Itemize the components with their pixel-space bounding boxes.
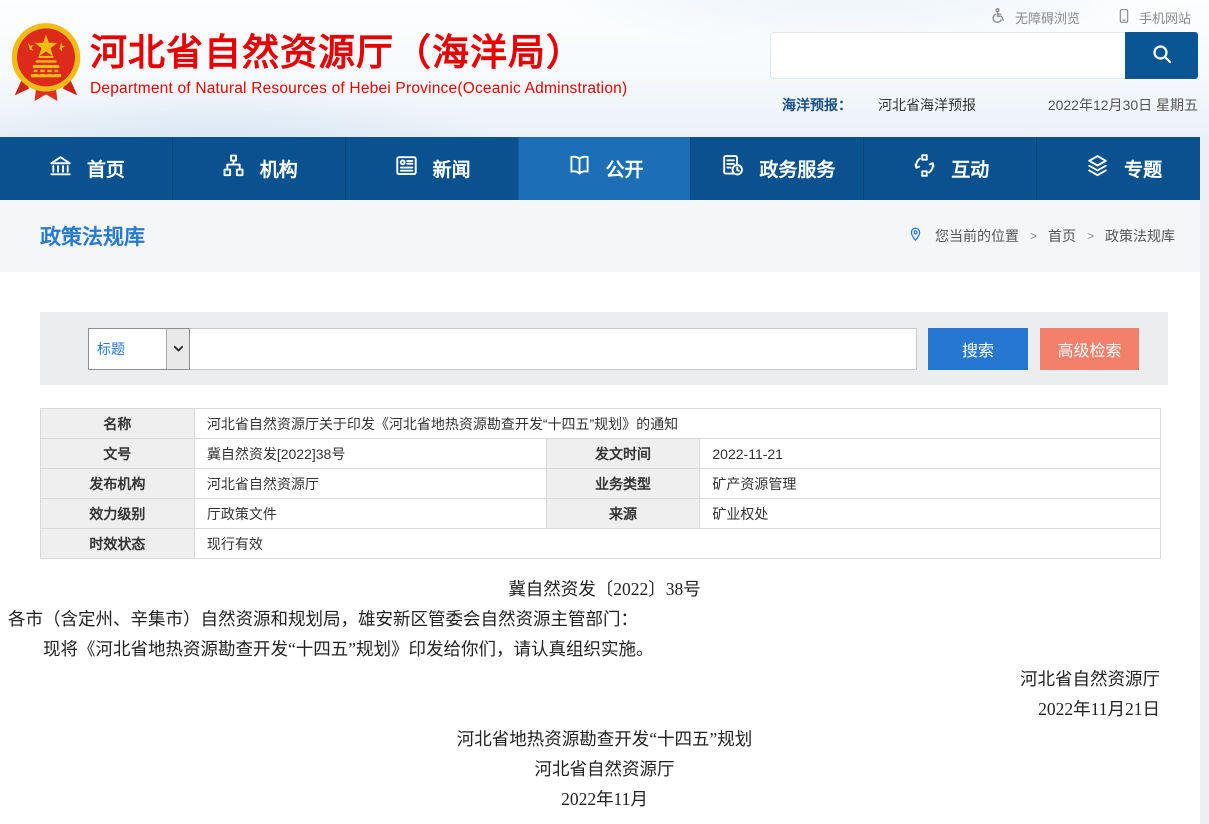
page-title: 政策法规库 bbox=[40, 221, 145, 251]
location-pin-icon bbox=[907, 225, 924, 247]
table-row: 时效状态 现行有效 bbox=[41, 529, 1161, 559]
document-body: 冀自然资发〔2022〕38号 各市（含定州、辛集市）自然资源和规划局，雄安新区管… bbox=[0, 574, 1209, 814]
interact-icon bbox=[911, 152, 938, 185]
doc-signature-date: 2022年11月21日 bbox=[0, 694, 1209, 724]
nav-label: 互动 bbox=[951, 155, 989, 182]
nav-label: 专题 bbox=[1124, 155, 1162, 182]
nav-item-services[interactable]: 政务服务 bbox=[690, 137, 863, 200]
breadcrumb-separator: > bbox=[1030, 229, 1037, 243]
location-label: 您当前的位置 bbox=[935, 226, 1019, 246]
scrollbar-track[interactable] bbox=[1200, 137, 1209, 824]
services-icon bbox=[719, 152, 746, 185]
site-header: 无障碍浏览 手机网站 bbox=[0, 0, 1209, 137]
accessibility-icon bbox=[990, 7, 1008, 28]
doc-salutation: 各市（含定州、辛集市）自然资源和规划局，雄安新区管委会自然资源主管部门： bbox=[0, 604, 1209, 634]
search-button[interactable]: 搜索 bbox=[928, 328, 1028, 370]
home-icon bbox=[47, 152, 74, 185]
accessibility-label: 无障碍浏览 bbox=[1015, 8, 1080, 27]
doc-signature-org: 河北省自然资源厅 bbox=[0, 664, 1209, 694]
select-value: 标题 bbox=[89, 339, 125, 359]
forecast-link[interactable]: 河北省海洋预报 bbox=[878, 95, 976, 115]
mobile-site-label: 手机网站 bbox=[1139, 8, 1191, 27]
nav-label: 新闻 bbox=[433, 155, 471, 182]
accessibility-link[interactable]: 无障碍浏览 bbox=[990, 7, 1080, 28]
nav-item-interact[interactable]: 互动 bbox=[863, 137, 1036, 200]
table-row: 效力级别 厅政策文件 来源 矿业权处 bbox=[41, 499, 1161, 529]
header-search-input[interactable] bbox=[770, 32, 1125, 79]
meta-value-cell: 河北省自然资源厅关于印发《河北省地热资源勘查开发“十四五”规划》的通知 bbox=[194, 409, 1160, 439]
doc-attachment-date: 2022年11月 bbox=[0, 784, 1209, 814]
forecast-row: 海洋预报： 河北省海洋预报 2022年12月30日 星期五 bbox=[782, 95, 1198, 115]
meta-label-cell: 来源 bbox=[546, 499, 700, 529]
nav-item-news[interactable]: 新闻 bbox=[345, 137, 518, 200]
nav-label: 机构 bbox=[260, 155, 298, 182]
breadcrumb-separator: > bbox=[1087, 229, 1094, 243]
breadcrumb: 您当前的位置 > 首页 > 政策法规库 bbox=[907, 225, 1175, 247]
nav-item-open[interactable]: 公开 bbox=[518, 137, 691, 200]
layers-icon bbox=[1084, 152, 1111, 185]
nav-item-home[interactable]: 首页 bbox=[0, 137, 172, 200]
header-search-button[interactable] bbox=[1125, 32, 1198, 79]
nav-label: 政务服务 bbox=[759, 155, 835, 182]
page: 无障碍浏览 手机网站 bbox=[0, 0, 1209, 824]
current-date: 2022年12月30日 星期五 bbox=[1048, 95, 1198, 115]
doc-attachment-org: 河北省自然资源厅 bbox=[0, 754, 1209, 784]
org-icon bbox=[220, 152, 247, 185]
advanced-search-button[interactable]: 高级检索 bbox=[1040, 328, 1139, 370]
open-book-icon bbox=[566, 152, 593, 185]
national-emblem-logo bbox=[8, 21, 84, 112]
keyword-input[interactable] bbox=[190, 328, 917, 370]
breadcrumb-current: 政策法规库 bbox=[1105, 226, 1175, 246]
breadcrumb-band: 政策法规库 您当前的位置 > 首页 > 政策法规库 bbox=[0, 200, 1209, 272]
document-meta-table: 名称 河北省自然资源厅关于印发《河北省地热资源勘查开发“十四五”规划》的通知 文… bbox=[40, 408, 1161, 559]
meta-value-cell: 2022-11-21 bbox=[700, 439, 1161, 469]
meta-value-cell: 河北省自然资源厅 bbox=[194, 469, 546, 499]
site-title: 河北省自然资源厅（海洋局） bbox=[90, 33, 627, 73]
header-search bbox=[770, 32, 1198, 79]
meta-label-cell: 文号 bbox=[41, 439, 195, 469]
meta-value-cell: 矿产资源管理 bbox=[700, 469, 1161, 499]
breadcrumb-home-link[interactable]: 首页 bbox=[1048, 226, 1076, 246]
meta-label-cell: 效力级别 bbox=[41, 499, 195, 529]
meta-value-cell: 矿业权处 bbox=[700, 499, 1161, 529]
meta-label-cell: 名称 bbox=[41, 409, 195, 439]
meta-label-cell: 发文时间 bbox=[546, 439, 700, 469]
utility-links: 无障碍浏览 手机网站 bbox=[990, 7, 1191, 28]
nav-item-topics[interactable]: 专题 bbox=[1036, 137, 1209, 200]
nav-item-org[interactable]: 机构 bbox=[172, 137, 345, 200]
search-field-select[interactable]: 标题 bbox=[88, 328, 190, 370]
doc-number: 冀自然资发〔2022〕38号 bbox=[0, 574, 1209, 604]
meta-label-cell: 业务类型 bbox=[546, 469, 700, 499]
nav-label: 首页 bbox=[87, 155, 125, 182]
main-content: 标题 搜索 高级检索 名称 河北省自然资源厅关于印发《河北省地热资源勘查开发“十… bbox=[0, 312, 1209, 814]
table-row: 名称 河北省自然资源厅关于印发《河北省地热资源勘查开发“十四五”规划》的通知 bbox=[41, 409, 1161, 439]
table-row: 文号 冀自然资发[2022]38号 发文时间 2022-11-21 bbox=[41, 439, 1161, 469]
doc-paragraph: 现将《河北省地热资源勘查开发“十四五”规划》印发给你们，请认真组织实施。 bbox=[0, 634, 1209, 664]
table-row: 发布机构 河北省自然资源厅 业务类型 矿产资源管理 bbox=[41, 469, 1161, 499]
meta-value-cell: 现行有效 bbox=[194, 529, 1160, 559]
main-nav: 首页 机构 新闻 bbox=[0, 137, 1209, 200]
meta-label-cell: 时效状态 bbox=[41, 529, 195, 559]
site-subtitle-english: Department of Natural Resources of Hebei… bbox=[90, 80, 627, 98]
forecast-label: 海洋预报： bbox=[782, 95, 852, 115]
search-icon bbox=[1150, 42, 1174, 69]
chevron-down-icon[interactable] bbox=[166, 329, 189, 369]
search-form: 标题 搜索 高级检索 bbox=[40, 312, 1168, 385]
meta-label-cell: 发布机构 bbox=[41, 469, 195, 499]
meta-value-cell: 厅政策文件 bbox=[194, 499, 546, 529]
news-icon bbox=[393, 152, 420, 185]
site-title-block: 河北省自然资源厅（海洋局） Department of Natural Reso… bbox=[90, 33, 627, 98]
mobile-phone-icon bbox=[1116, 7, 1132, 28]
meta-value-cell: 冀自然资发[2022]38号 bbox=[194, 439, 546, 469]
mobile-site-link[interactable]: 手机网站 bbox=[1116, 7, 1191, 28]
doc-attachment-title: 河北省地热资源勘查开发“十四五”规划 bbox=[0, 724, 1209, 754]
nav-label: 公开 bbox=[606, 155, 644, 182]
